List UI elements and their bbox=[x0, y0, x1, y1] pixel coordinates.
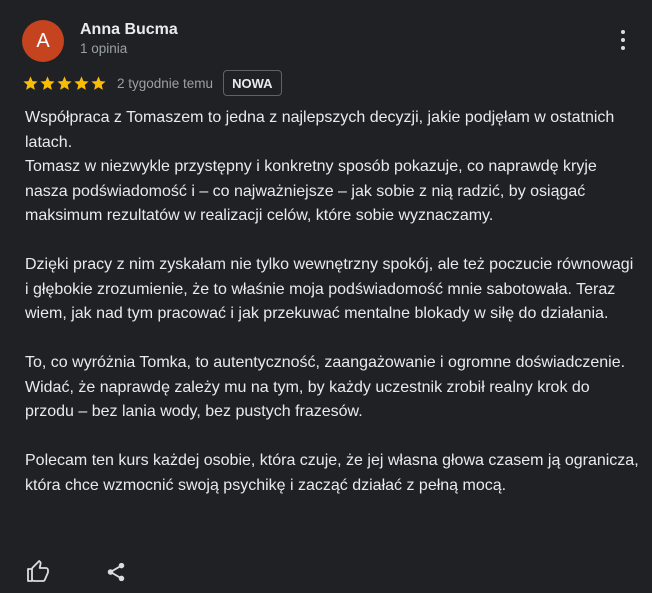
new-badge: NOWA bbox=[223, 70, 282, 96]
star-icon bbox=[23, 75, 38, 90]
review-date: 2 tygodnie temu bbox=[117, 75, 214, 91]
like-button[interactable] bbox=[26, 560, 50, 584]
more-options-button[interactable] bbox=[611, 27, 635, 53]
author-review-count: 1 opinia bbox=[80, 41, 128, 56]
more-vert-icon bbox=[621, 30, 625, 34]
star-icon bbox=[57, 75, 72, 90]
review-paragraph: Współpraca z Tomaszem to jedna z najleps… bbox=[25, 106, 640, 229]
star-icon bbox=[40, 75, 55, 90]
share-button[interactable] bbox=[105, 561, 127, 583]
rating-row: 2 tygodnie temu NOWA bbox=[22, 70, 282, 96]
avatar[interactable]: A bbox=[22, 20, 64, 62]
review-paragraph: Dzięki pracy z nim zyskałam nie tylko we… bbox=[25, 256, 634, 322]
review-card: A Anna Bucma 1 opinia 2 tygodnie temu NO… bbox=[0, 0, 652, 593]
more-vert-icon-dot bbox=[621, 46, 625, 50]
star-rating bbox=[22, 75, 107, 92]
more-vert-icon-dot bbox=[621, 38, 625, 42]
review-paragraph: To, co wyróżnia Tomka, to autentyczność,… bbox=[25, 354, 626, 420]
thumb-up-icon bbox=[27, 560, 49, 582]
review-text: Współpraca z Tomaszem to jedna z najleps… bbox=[25, 106, 640, 498]
review-paragraph: Polecam ten kurs każdej osobie, która cz… bbox=[25, 452, 639, 494]
review-sentence: Współpraca z Tomaszem to jedna z najleps… bbox=[25, 109, 615, 151]
star-icon bbox=[74, 75, 89, 90]
review-sentence: Tomasz w niezwykle przystępny i konkretn… bbox=[25, 158, 597, 224]
author-name[interactable]: Anna Bucma bbox=[80, 20, 178, 40]
star-icon bbox=[91, 75, 106, 90]
share-icon bbox=[107, 562, 125, 582]
